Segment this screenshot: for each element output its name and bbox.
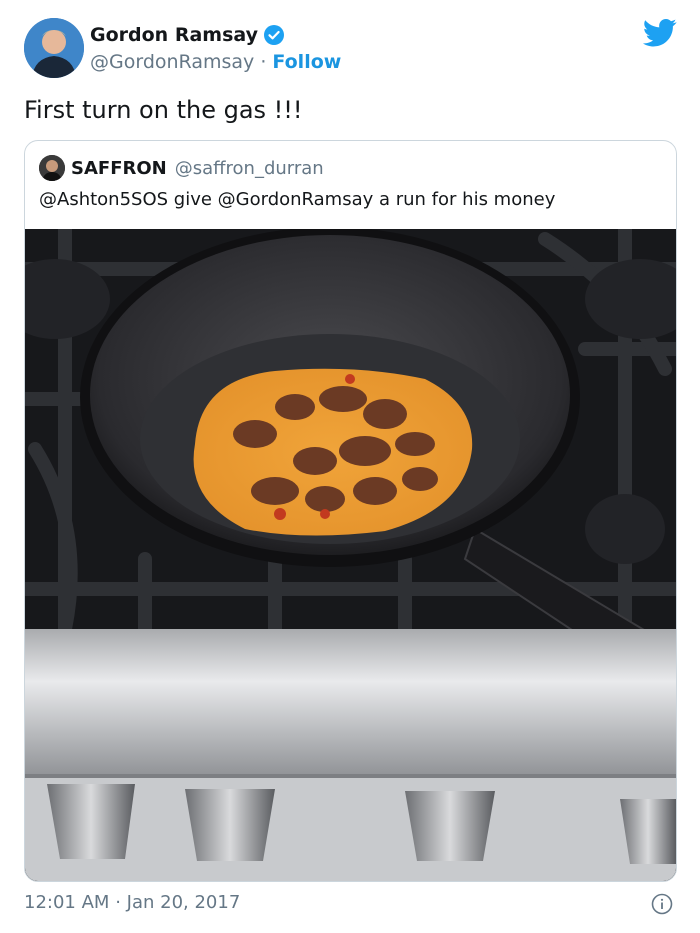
timestamp-separator: · <box>115 892 121 913</box>
verified-badge-icon <box>263 24 285 46</box>
omelette-in-pan-photo[interactable] <box>25 229 676 881</box>
follow-link[interactable]: Follow <box>272 51 341 73</box>
author-name[interactable]: Gordon Ramsay <box>90 24 258 46</box>
tweet-date: Jan 20, 2017 <box>126 892 241 913</box>
quoted-tweet-text: @Ashton5SOS give @GordonRamsay a run for… <box>39 189 556 210</box>
tweet-text: First turn on the gas !!! <box>24 96 303 124</box>
quoted-author-handle[interactable]: @saffron_durran <box>175 158 324 179</box>
quoted-author-name[interactable]: SAFFRON <box>71 158 167 179</box>
quoted-tweet[interactable]: SAFFRON @saffron_durran @Ashton5SOS give… <box>24 140 677 882</box>
quoted-author-avatar[interactable] <box>39 155 65 181</box>
handle-separator: · <box>260 51 267 73</box>
tweet-time: 12:01 AM <box>24 892 110 913</box>
author-handle[interactable]: @GordonRamsay <box>90 51 254 73</box>
author-avatar[interactable] <box>24 18 84 78</box>
tweet-timestamp[interactable]: 12:01 AM · Jan 20, 2017 <box>24 891 240 915</box>
tweet-card: Gordon Ramsay @GordonRamsay · Follow Fir… <box>0 0 700 933</box>
twitter-bird-icon[interactable] <box>643 18 677 48</box>
info-icon[interactable] <box>651 893 673 915</box>
